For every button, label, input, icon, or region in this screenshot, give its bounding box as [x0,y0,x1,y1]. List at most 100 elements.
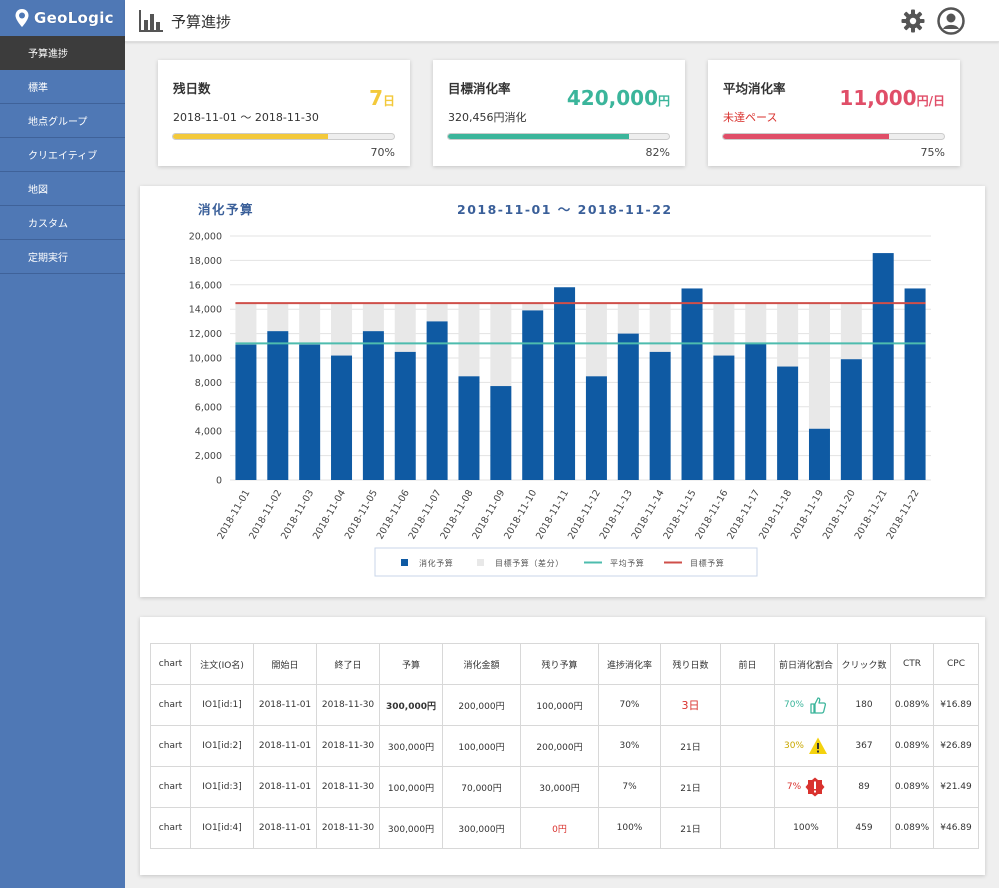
sidebar-item[interactable]: 定期実行 [0,240,125,274]
table-row: chart IO1[id:3] 2018-11-01 2018-11-30 100,00… [150,766,979,808]
kpi-progress-bar [172,133,395,140]
cell-start: 2018-11-01 [253,725,317,767]
y-tick-label: 14,000 [189,305,222,316]
sidebar: GeoLogic 予算進捗 標準 地点グループ クリエイティブ 地図 カスタム 定期実行 [0,0,125,888]
chart-icon [139,10,163,32]
consumed-bar [872,253,894,480]
x-tick-label: 2018-11-08 [438,488,475,541]
cell-cpc: ¥16.89 [933,684,979,726]
cell-days-left: 21日 [660,807,721,849]
thumbs-up-icon [810,697,827,714]
y-tick-label: 4,000 [195,427,222,438]
average-consumption-card: 平均消化率 未達ペース 11,000円/日 75% [708,60,960,166]
cell-remaining: 200,000円 [520,725,599,767]
column-header[interactable]: 進捗消化率 [598,643,661,685]
cell-chart[interactable]: chart [150,807,191,849]
page-title: 予算進捗 [171,12,232,31]
cell-days-left: 3日 [660,684,721,726]
prev-ratio-value: 7% [786,782,802,792]
chart-subtitle: 2018-11-01 〜 2018-11-22 [457,202,673,217]
consumed-bar [235,344,257,480]
column-header[interactable]: 予算 [379,643,443,685]
sidebar-item[interactable]: 予算進捗 [0,36,125,70]
y-tick-label: 8,000 [195,378,222,389]
column-header[interactable]: 注文(IO名) [190,643,254,685]
cell-chart[interactable]: chart [150,725,191,767]
target-diff-bar [235,303,257,345]
kpi-percent: 70% [370,146,395,159]
target-diff-bar [745,303,767,344]
sidebar-item[interactable]: カスタム [0,206,125,240]
logo[interactable]: GeoLogic [0,0,125,36]
x-tick-label: 2018-11-14 [630,488,667,541]
cell-spent: 100,000円 [442,725,521,767]
cell-budget: 300,000円 [379,807,443,849]
kpi-value: 11,000円/日 [839,86,945,110]
table-row: chart IO1[id:1] 2018-11-01 2018-11-30 300,00… [150,684,979,726]
y-tick-label: 10,000 [189,354,222,365]
target-diff-bar [617,303,639,334]
prev-ratio-value: 70% [783,700,804,710]
cell-spent: 300,000円 [442,807,521,849]
consumed-bar [649,351,671,480]
x-tick-label: 2018-11-13 [598,488,635,541]
column-header[interactable]: 前日消化割合 [774,643,838,685]
warning-icon [809,737,827,754]
x-tick-label: 2018-11-03 [279,488,316,541]
sidebar-item[interactable]: 地点グループ [0,104,125,138]
cell-progress: 100% [598,807,661,849]
kpi-value-number: 11,000 [839,86,917,110]
column-header[interactable]: 開始日 [253,643,317,685]
kpi-value-number: 7 [369,86,383,110]
sidebar-item[interactable]: 標準 [0,70,125,104]
cell-prev [720,684,775,726]
cell-start: 2018-11-01 [253,766,317,808]
cell-io: IO1[id:2] [190,725,254,767]
kpi-progress-fill [448,134,630,139]
column-header[interactable]: 消化金額 [442,643,521,685]
kpi-value-unit: 円 [657,94,670,108]
column-header[interactable]: CTR [890,643,934,685]
gear-icon[interactable] [901,9,925,33]
x-tick-label: 2018-11-21 [853,488,890,541]
map-pin-icon [15,9,29,27]
kpi-title: 残日数 [173,81,211,96]
consumed-bar [840,359,862,480]
budget-table: chart 注文(IO名) 開始日 終了日 予算 消化金額 残り予算 進捗消化率 残り日数 前日前… [150,643,979,849]
header: 予算進捗 [125,0,999,42]
cell-chart[interactable]: chart [150,684,191,726]
consumed-bar [299,344,321,480]
user-icon[interactable] [937,7,965,35]
cell-chart[interactable]: chart [150,766,191,808]
cell-prev-ratio: 70% [774,684,838,726]
sidebar-item[interactable]: クリエイティブ [0,138,125,172]
consumed-bar [458,376,480,480]
column-header[interactable]: 前日 [720,643,775,685]
x-tick-label: 2018-11-20 [821,488,858,541]
y-tick-label: 6,000 [195,402,222,413]
sidebar-item[interactable]: 地図 [0,172,125,206]
legend-consumed-label: 消化予算 [419,558,453,568]
target-diff-bar [649,303,671,352]
column-header[interactable]: クリック数 [837,643,891,685]
cell-progress: 7% [598,766,661,808]
x-tick-label: 2018-11-02 [247,488,284,541]
cell-remaining: 100,000円 [520,684,599,726]
column-header[interactable]: CPC [933,643,979,685]
legend-target-diff-label: 目標予算（差分） [495,558,564,568]
kpi-value: 420,000円 [567,86,670,110]
column-header[interactable]: 残り日数 [660,643,721,685]
target-diff-bar [458,303,480,377]
target-diff-bar [426,303,448,322]
prev-ratio-value: 30% [783,741,804,751]
alert-icon [805,777,825,797]
table-row: chart IO1[id:4] 2018-11-01 2018-11-30 300,00… [150,807,979,849]
target-diff-bar [777,303,799,367]
column-header[interactable]: 終了日 [316,643,380,685]
prev-ratio: 7% [787,777,825,797]
target-diff-bar [808,303,830,429]
column-header[interactable]: 残り予算 [520,643,599,685]
column-header[interactable]: chart [150,643,191,685]
consumed-bar [394,351,416,480]
cell-io: IO1[id:1] [190,684,254,726]
